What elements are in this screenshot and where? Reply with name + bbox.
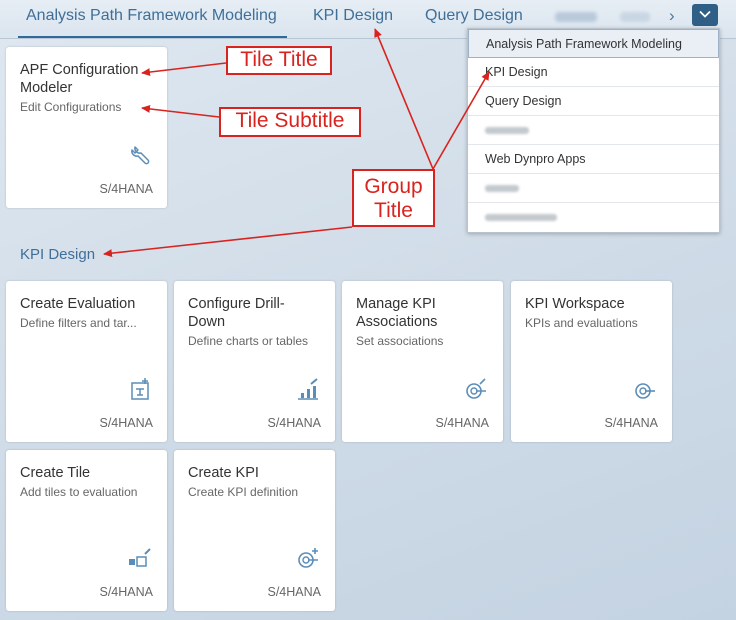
- callout-group-title-line2: Title: [374, 199, 413, 222]
- arrow-group-title-menu: [432, 71, 490, 170]
- annotation-arrows: [103, 28, 490, 258]
- arrow-group-title-kpi-tab: [374, 28, 434, 170]
- callout-tile-title: Tile Title: [226, 46, 332, 75]
- arrow-tile-title: [141, 62, 227, 77]
- arrow-group-title-section: [103, 226, 353, 258]
- arrow-tile-subtitle: [141, 104, 220, 118]
- callout-group-title-line1: Group: [364, 175, 423, 198]
- callout-tile-subtitle: Tile Subtitle: [219, 107, 361, 137]
- callout-group-title: Group Title: [352, 169, 435, 227]
